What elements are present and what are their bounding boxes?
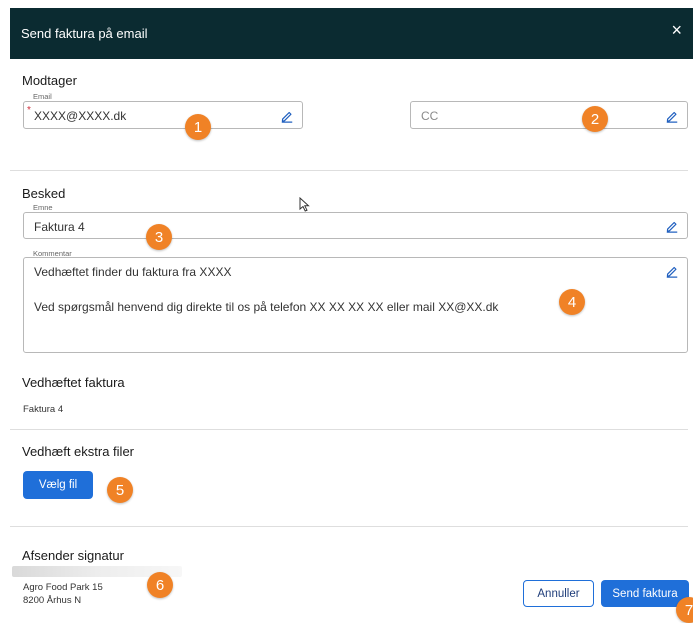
comment-line1: Vedhæftet finder du faktura fra XXXX (34, 265, 232, 279)
close-icon[interactable]: × (671, 21, 682, 39)
signature-address-line2: 8200 Århus N (23, 595, 82, 606)
divider (10, 429, 688, 430)
subject-label: Emne (33, 203, 53, 212)
annotation-badge-7: 7 (676, 597, 693, 623)
mouse-pointer-icon (299, 197, 310, 212)
email-field[interactable]: * XXXX@XXXX.dk (23, 101, 303, 129)
divider (10, 170, 688, 171)
send-invoice-button[interactable]: Send faktura (601, 580, 689, 607)
pencil-icon[interactable] (665, 264, 679, 278)
signature-section-title: Afsender signatur (22, 548, 124, 563)
annotation-badge-4: 4 (559, 289, 585, 315)
signature-address-line1: Agro Food Park 15 (23, 582, 103, 593)
cc-placeholder: CC (421, 109, 439, 123)
annotation-badge-2: 2 (582, 106, 608, 132)
annotation-badge-3: 3 (146, 224, 172, 250)
email-value: XXXX@XXXX.dk (34, 109, 127, 123)
comment-field[interactable]: Vedhæftet finder du faktura fra XXXX Ved… (23, 257, 688, 353)
choose-file-button[interactable]: Vælg fil (23, 471, 93, 499)
annotation-badge-5: 5 (107, 477, 133, 503)
subject-field[interactable]: Faktura 4 (23, 212, 688, 239)
divider (10, 526, 688, 527)
recipient-section-title: Modtager (22, 73, 77, 88)
attachment-section-title: Vedhæftet faktura (22, 375, 125, 390)
required-marker: * (27, 105, 31, 116)
message-section-title: Besked (22, 186, 66, 201)
subject-value: Faktura 4 (34, 220, 85, 234)
dialog-header: Send faktura på email × (10, 8, 693, 59)
pencil-icon[interactable] (665, 109, 679, 123)
pencil-icon[interactable] (665, 219, 679, 233)
annotation-badge-6: 6 (147, 572, 173, 598)
pencil-icon[interactable] (280, 109, 294, 123)
dialog-title: Send faktura på email (21, 26, 148, 41)
comment-line2: Ved spørgsmål henvend dig direkte til os… (34, 300, 499, 314)
extra-files-section-title: Vedhæft ekstra filer (22, 444, 134, 459)
cancel-button[interactable]: Annuller (523, 580, 594, 607)
attached-invoice-name: Faktura 4 (23, 404, 64, 415)
annotation-badge-1: 1 (185, 114, 211, 140)
email-label: Email (33, 92, 52, 101)
cc-field[interactable]: CC (410, 101, 688, 129)
